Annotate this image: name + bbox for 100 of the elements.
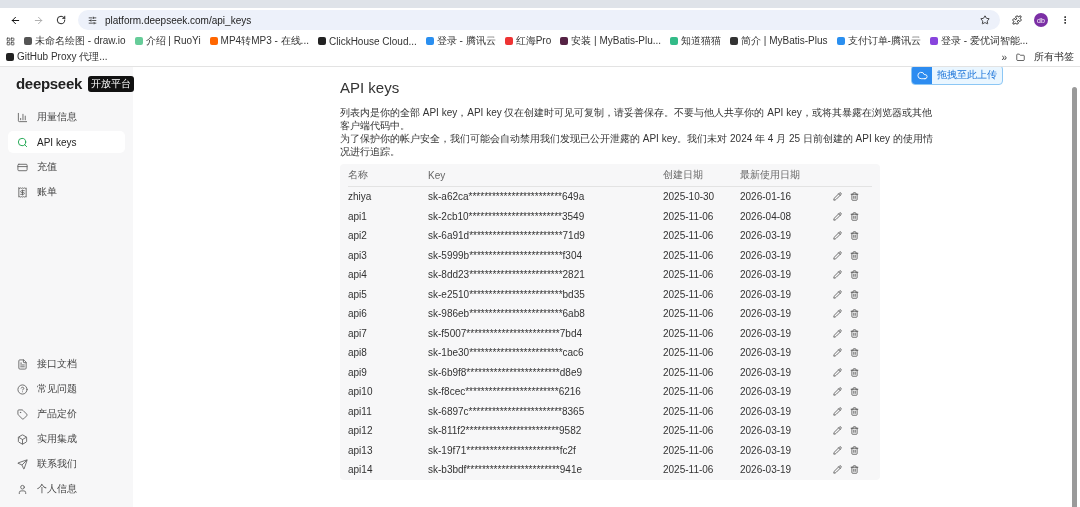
delete-icon[interactable] bbox=[850, 289, 859, 299]
bookmark-link[interactable]: GitHub Proxy 代理... bbox=[6, 50, 108, 64]
delete-icon[interactable] bbox=[850, 211, 859, 221]
apps-icon[interactable] bbox=[6, 36, 15, 46]
table-cell-text: sk-f8cec************************6216 bbox=[428, 386, 582, 398]
edit-icon[interactable] bbox=[833, 465, 842, 475]
reload-icon[interactable] bbox=[56, 15, 66, 25]
edit-icon[interactable] bbox=[833, 250, 842, 260]
bookmark-link[interactable]: 登录 - 爱优词智能... bbox=[929, 34, 1029, 48]
column-header: 创建日期 bbox=[663, 168, 704, 182]
logo[interactable]: deepseek bbox=[16, 75, 82, 92]
table-cell-text: api9 bbox=[348, 366, 368, 378]
edit-icon[interactable] bbox=[833, 231, 842, 241]
delete-icon[interactable] bbox=[850, 250, 859, 260]
edit-icon[interactable] bbox=[833, 270, 842, 280]
bookmark-link[interactable]: 知道猫猫 bbox=[670, 34, 722, 48]
table-cell-text: 2025-11-06 bbox=[663, 327, 715, 339]
table-cell-text: 2025-10-30 bbox=[663, 191, 716, 203]
extensions-icon[interactable] bbox=[1012, 15, 1022, 25]
column-header: 名称 bbox=[348, 168, 369, 182]
edit-icon[interactable] bbox=[833, 289, 842, 299]
bar-chart-icon bbox=[17, 111, 28, 123]
sidebar-item[interactable]: 账单 bbox=[8, 181, 125, 203]
edit-icon[interactable] bbox=[833, 309, 842, 319]
bookmark-link[interactable]: MP4转MP3 - 在线... bbox=[209, 34, 309, 48]
bookmark-link[interactable]: 介绍 | RuoYi bbox=[134, 34, 201, 48]
table-cell-text: 2025-11-06 bbox=[663, 366, 715, 378]
sidebar-item[interactable]: 产品定价 bbox=[8, 403, 125, 425]
bookmark-link[interactable]: 支付订单-腾讯云 bbox=[836, 34, 921, 48]
delete-icon[interactable] bbox=[850, 328, 859, 338]
delete-icon[interactable] bbox=[850, 387, 859, 397]
user-icon bbox=[17, 483, 28, 495]
edit-icon[interactable] bbox=[833, 367, 842, 377]
sidebar-item[interactable]: 实用集成 bbox=[8, 428, 125, 450]
upload-button[interactable]: 拖拽至此上传 bbox=[911, 67, 1003, 85]
delete-icon[interactable] bbox=[850, 231, 859, 241]
delete-icon[interactable] bbox=[850, 309, 859, 319]
delete-icon[interactable] bbox=[850, 348, 859, 358]
sidebar-item[interactable]: 用量信息 bbox=[8, 106, 125, 128]
favicon-icon bbox=[6, 53, 14, 61]
delete-icon[interactable] bbox=[850, 426, 859, 436]
edit-icon[interactable] bbox=[833, 328, 842, 338]
sidebar-item[interactable]: 接口文档 bbox=[8, 353, 125, 375]
bookmark-link[interactable]: 红海Pro bbox=[504, 34, 552, 48]
all-bookmarks-link[interactable]: 所有书签 bbox=[1034, 50, 1074, 64]
bookmark-link[interactable]: 安装 | MyBatis-Plu... bbox=[560, 34, 662, 48]
table-cell-text: api3 bbox=[348, 249, 368, 261]
table-cell-text: 2026-03-19 bbox=[740, 425, 793, 437]
more-bookmarks-button[interactable]: » bbox=[1001, 51, 1007, 63]
delete-icon[interactable] bbox=[850, 406, 859, 416]
table-cell-text: 2026-04-08 bbox=[740, 210, 793, 222]
table-cell-text: 2025-11-06 bbox=[663, 425, 715, 437]
sidebar-item[interactable]: 常见问题 bbox=[8, 378, 125, 400]
folder-icon bbox=[1016, 52, 1025, 62]
edit-icon[interactable] bbox=[833, 426, 842, 436]
delete-icon[interactable] bbox=[850, 192, 859, 202]
site-settings-icon[interactable] bbox=[88, 15, 97, 25]
tag-icon bbox=[17, 408, 28, 420]
table-cell-text: sk-986eb************************6ab8 bbox=[428, 308, 586, 320]
bookmark-star-icon[interactable] bbox=[980, 15, 990, 25]
edit-icon[interactable] bbox=[833, 192, 842, 202]
table-cell-text: sk-b3bdf************************941e bbox=[428, 464, 583, 476]
table-cell-text: 2026-03-19 bbox=[740, 249, 793, 261]
bookmark-link[interactable]: ClickHouse Cloud... bbox=[317, 35, 417, 47]
card-icon bbox=[17, 161, 28, 173]
sidebar-item[interactable]: 联系我们 bbox=[8, 453, 125, 475]
table-cell-text: sk-a62ca************************649a bbox=[428, 191, 586, 203]
table-cell-text: api14 bbox=[348, 464, 374, 476]
edit-icon[interactable] bbox=[833, 445, 842, 455]
address-bar[interactable]: platform.deepseek.com/api_keys bbox=[78, 10, 1000, 30]
edit-icon[interactable] bbox=[833, 348, 842, 358]
table-cell-text: 2026-03-19 bbox=[740, 327, 793, 339]
delete-icon[interactable] bbox=[850, 445, 859, 455]
favicon-icon bbox=[560, 37, 569, 45]
bookmark-link[interactable]: 未命名绘图 - draw.io bbox=[24, 34, 126, 48]
bookmark-link[interactable]: 登录 - 腾讯云 bbox=[425, 34, 496, 48]
favicon-icon bbox=[730, 37, 739, 45]
edit-icon[interactable] bbox=[833, 387, 842, 397]
table-cell-text: 2026-01-16 bbox=[740, 191, 793, 203]
edit-icon[interactable] bbox=[833, 406, 842, 416]
page-title: API keys bbox=[340, 79, 401, 96]
table-cell-text: api12 bbox=[348, 425, 374, 437]
favicon-icon bbox=[134, 37, 143, 45]
bookmark-link[interactable]: 简介 | MyBatis-Plus bbox=[730, 34, 828, 48]
sidebar-item[interactable]: 充值 bbox=[8, 156, 125, 178]
table-cell-text: sk-8dd23************************2821 bbox=[428, 269, 586, 281]
delete-icon[interactable] bbox=[850, 465, 859, 475]
sidebar-item[interactable]: API keys bbox=[8, 131, 125, 153]
sidebar-item[interactable]: 个人信息 bbox=[8, 478, 125, 500]
delete-icon[interactable] bbox=[850, 367, 859, 377]
table-cell-text: sk-6897c************************8365 bbox=[428, 405, 586, 417]
scrollbar[interactable] bbox=[1072, 87, 1077, 507]
delete-icon[interactable] bbox=[850, 270, 859, 280]
table-cell-text: api6 bbox=[348, 308, 368, 320]
table-cell-text: api10 bbox=[348, 386, 374, 398]
table-cell-text: 2025-11-06 bbox=[663, 269, 715, 281]
favicon-icon bbox=[670, 37, 679, 45]
table-cell-text: 2026-03-19 bbox=[740, 347, 793, 359]
edit-icon[interactable] bbox=[833, 211, 842, 221]
back-icon[interactable] bbox=[10, 14, 21, 26]
